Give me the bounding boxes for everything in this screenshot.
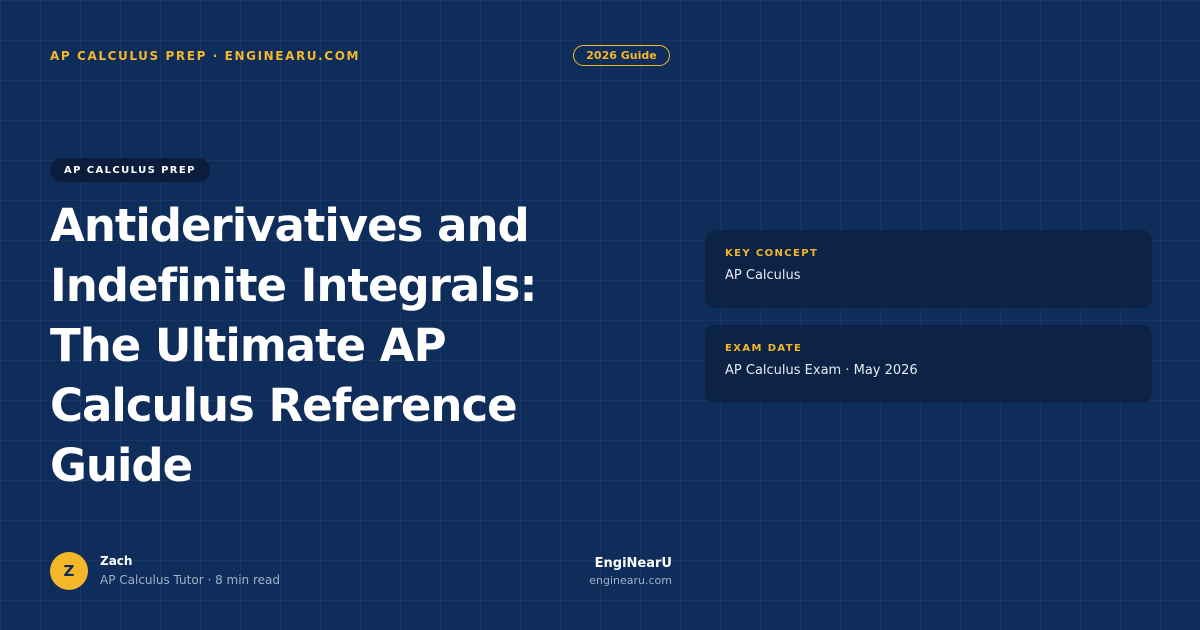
category-chip: AP CALCULUS PREP	[50, 158, 210, 182]
key-concept-card: KEY CONCEPT AP Calculus	[705, 230, 1152, 308]
author-name: Zach	[100, 554, 133, 568]
site-kicker: AP CALCULUS PREP · ENGINEARU.COM	[50, 49, 361, 63]
author-avatar: Z	[50, 552, 88, 590]
brand-block: EngiNearU enginearu.com	[589, 556, 672, 587]
key-concept-label: KEY CONCEPT	[725, 248, 819, 259]
exam-date-value: AP Calculus Exam · May 2026	[725, 363, 918, 378]
brand-url: enginearu.com	[589, 574, 672, 587]
exam-date-label: EXAM DATE	[725, 343, 803, 354]
exam-date-card: EXAM DATE AP Calculus Exam · May 2026	[705, 325, 1152, 403]
year-guide-badge: 2026 Guide	[573, 45, 670, 66]
brand-name: EngiNearU	[594, 556, 672, 571]
article-title: Antiderivatives and Indefinite Integrals…	[50, 199, 537, 492]
author-meta: AP Calculus Tutor · 8 min read	[100, 573, 280, 587]
social-card: AP CALCULUS PREP · ENGINEARU.COM 2026 Gu…	[0, 0, 1200, 630]
key-concept-value: AP Calculus	[725, 268, 801, 283]
